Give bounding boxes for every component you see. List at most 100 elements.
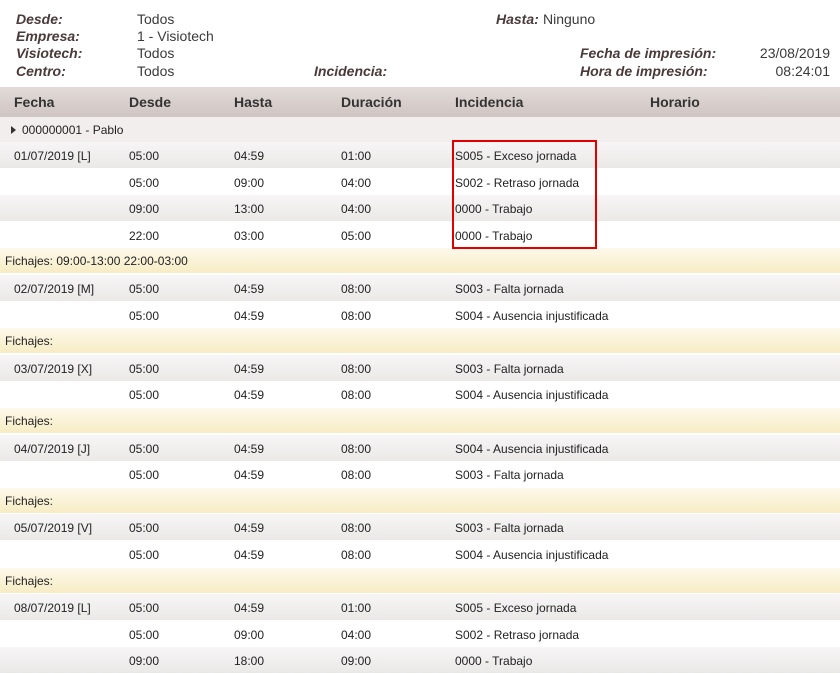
cell-duracion: 08:00: [341, 442, 372, 456]
cell-desde: 22:00: [129, 229, 160, 243]
cell-desde: 05:00: [129, 468, 160, 482]
cell-duracion: 08:00: [341, 388, 372, 402]
column-header-incidencia[interactable]: Incidencia: [455, 94, 523, 110]
cell-fecha: 01/07/2019 [L]: [14, 149, 91, 163]
cell-desde: 05:00: [129, 176, 160, 190]
employee-group-row[interactable]: 000000001 - Pablo: [0, 117, 840, 142]
hora-impresion-value: 08:24:01: [775, 63, 831, 79]
table-row[interactable]: 05:00 04:59 08:00 S003 - Falta jornada: [0, 461, 840, 487]
column-header-row: Fecha Desde Hasta Duración Incidencia Ho…: [0, 87, 840, 117]
table-row[interactable]: 04/07/2019 [J] 05:00 04:59 08:00 S004 - Ause…: [0, 435, 840, 461]
cell-duracion: 04:00: [341, 176, 372, 190]
fichajes-text: Fichajes:: [5, 334, 54, 348]
cell-incidencia: S003 - Falta jornada: [455, 282, 564, 296]
visiotech-value: Todos: [137, 45, 175, 61]
table-row[interactable]: 05:00 04:59 08:00 S004 - Ausencia injustifi…: [0, 541, 840, 567]
desde-value: Todos: [137, 11, 175, 27]
cell-desde: 05:00: [129, 548, 160, 562]
cell-desde: 05:00: [129, 521, 160, 535]
table-row[interactable]: 09:00 18:00 09:00 0000 - Trabajo: [0, 647, 840, 673]
fichajes-row: Fichajes:: [0, 488, 840, 513]
table-row[interactable]: 01/07/2019 [L] 05:00 04:59 01:00 S005 - Exce…: [0, 142, 840, 168]
cell-hasta: 04:59: [234, 362, 265, 376]
cell-desde: 09:00: [129, 202, 160, 216]
column-header-desde[interactable]: Desde: [129, 94, 171, 110]
cell-duracion: 05:00: [341, 229, 372, 243]
cell-incidencia: S005 - Exceso jornada: [455, 601, 577, 615]
fichajes-text: Fichajes:: [5, 414, 54, 428]
table-row[interactable]: 03/07/2019 [X] 05:00 04:59 08:00 S003 - Falt…: [0, 355, 840, 381]
cell-hasta: 04:59: [234, 388, 265, 402]
cell-desde: 05:00: [129, 442, 160, 456]
cell-duracion: 08:00: [341, 548, 372, 562]
cell-incidencia: S004 - Ausencia injustificada: [455, 548, 609, 562]
cell-desde: 05:00: [129, 628, 160, 642]
fichajes-row: Fichajes:: [0, 328, 840, 353]
empresa-value: 1 - Visiotech: [137, 28, 214, 44]
cell-duracion: 08:00: [341, 468, 372, 482]
table-row[interactable]: 02/07/2019 [M] 05:00 04:59 08:00 S003 - Falt…: [0, 275, 840, 301]
cell-desde: 05:00: [129, 362, 160, 376]
cell-incidencia: S004 - Ausencia injustificada: [455, 309, 609, 323]
cell-hasta: 04:59: [234, 601, 265, 615]
fecha-impresion-value: 23/08/2019: [759, 45, 830, 61]
fichajes-text: Fichajes:: [5, 494, 54, 508]
cell-hasta: 04:59: [234, 149, 265, 163]
cell-duracion: 01:00: [341, 149, 372, 163]
cell-hasta: 04:59: [234, 548, 265, 562]
highlight-box: [452, 140, 597, 249]
empresa-label: Empresa:: [16, 28, 80, 44]
cell-hasta: 04:59: [234, 309, 265, 323]
cell-hasta: 03:00: [234, 229, 265, 243]
cell-duracion: 08:00: [341, 362, 372, 376]
cell-incidencia: S004 - Ausencia injustificada: [455, 388, 609, 402]
cell-duracion: 08:00: [341, 309, 372, 323]
incidencia-filter-label: Incidencia:: [314, 63, 388, 79]
table-row[interactable]: 05:00 04:59 08:00 S004 - Ausencia injustifi…: [0, 381, 840, 407]
centro-label: Centro:: [16, 63, 66, 79]
hasta-value: Ninguno: [543, 11, 596, 27]
cell-desde: 05:00: [129, 601, 160, 615]
table-row[interactable]: 08/07/2019 [L] 05:00 04:59 01:00 S005 - Exce…: [0, 594, 840, 620]
cell-hasta: 18:00: [234, 654, 265, 668]
fichajes-text: Fichajes: 09:00-13:00 22:00-03:00: [5, 254, 188, 268]
cell-fecha: 05/07/2019 [V]: [14, 521, 93, 535]
expand-triangle-icon[interactable]: [11, 126, 16, 134]
cell-desde: 05:00: [129, 309, 160, 323]
cell-incidencia: S003 - Falta jornada: [455, 468, 564, 482]
cell-hasta: 04:59: [234, 468, 265, 482]
hora-impresion-label: Hora de impresión:: [580, 63, 708, 79]
cell-fecha: 03/07/2019 [X]: [14, 362, 93, 376]
cell-desde: 05:00: [129, 388, 160, 402]
cell-incidencia: S002 - Retraso jornada: [455, 628, 580, 642]
table-row[interactable]: 05/07/2019 [V] 05:00 04:59 08:00 S003 - Falt…: [0, 514, 840, 540]
report-header: Desde: Todos Empresa: 1 - Visiotech Visi…: [0, 0, 840, 87]
table-row[interactable]: 09:00 13:00 04:00 0000 - Trabajo: [0, 195, 840, 221]
cell-hasta: 13:00: [234, 202, 265, 216]
cell-hasta: 04:59: [234, 282, 265, 296]
visiotech-label: Visiotech:: [16, 45, 83, 61]
desde-label: Desde:: [16, 11, 63, 27]
column-header-duracion[interactable]: Duración: [341, 94, 402, 110]
cell-incidencia: S003 - Falta jornada: [455, 521, 564, 535]
cell-desde: 05:00: [129, 282, 160, 296]
column-header-horario[interactable]: Horario: [650, 94, 700, 110]
table-row[interactable]: 05:00 09:00 04:00 S002 - Retraso jornada: [0, 169, 840, 195]
column-header-hasta[interactable]: Hasta: [234, 94, 272, 110]
cell-desde: 05:00: [129, 149, 160, 163]
cell-incidencia: S003 - Falta jornada: [455, 362, 564, 376]
employee-group-label: 000000001 - Pablo: [22, 123, 124, 137]
cell-duracion: 09:00: [341, 654, 372, 668]
table-row[interactable]: 22:00 03:00 05:00 0000 - Trabajo: [0, 222, 840, 248]
cell-fecha: 04/07/2019 [J]: [14, 442, 91, 456]
cell-duracion: 04:00: [341, 628, 372, 642]
centro-value: Todos: [137, 63, 175, 79]
column-header-fecha[interactable]: Fecha: [14, 94, 54, 110]
cell-duracion: 08:00: [341, 282, 372, 296]
table-row[interactable]: 05:00 09:00 04:00 S002 - Retraso jornada: [0, 621, 840, 647]
fichajes-row: Fichajes:: [0, 408, 840, 433]
cell-incidencia: S004 - Ausencia injustificada: [455, 442, 609, 456]
cell-incidencia: 0000 - Trabajo: [455, 654, 533, 668]
cell-duracion: 01:00: [341, 601, 372, 615]
table-row[interactable]: 05:00 04:59 08:00 S004 - Ausencia injustifi…: [0, 302, 840, 328]
